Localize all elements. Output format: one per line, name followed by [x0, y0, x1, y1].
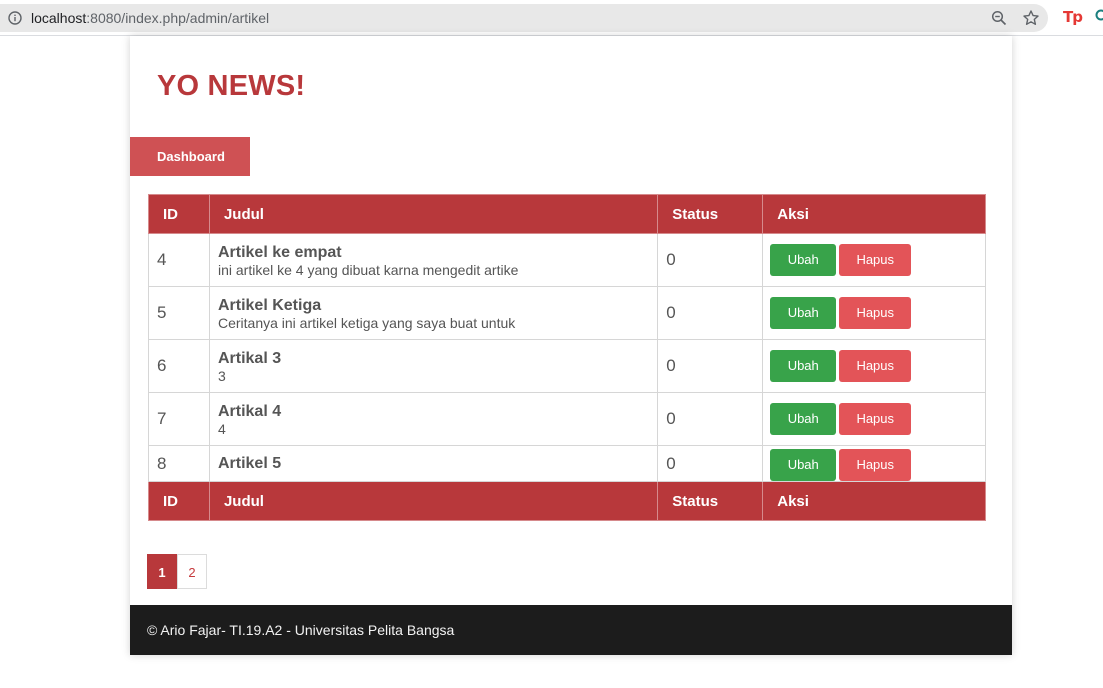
edit-button[interactable]: Ubah: [770, 297, 837, 329]
article-title: Artikal 3: [217, 349, 282, 367]
table-footer-row: ID Judul Status Aksi: [148, 481, 986, 521]
site-brand: YO NEWS!: [157, 70, 306, 102]
row-id: 4: [148, 233, 210, 287]
article-title: Artikel 5: [217, 455, 282, 472]
article-description: Ceritanya ini artikel ketiga yang saya b…: [217, 314, 516, 331]
article-title: Artikal 4: [217, 402, 282, 420]
edit-button[interactable]: Ubah: [770, 350, 837, 382]
row-actions: Ubah Hapus: [762, 233, 986, 287]
header-judul: Judul: [208, 194, 659, 234]
row-id: 6: [148, 339, 210, 393]
row-judul: Artikel Ketiga Ceritanya ini artikel ket…: [208, 286, 659, 340]
zoom-out-icon[interactable]: [991, 10, 1007, 26]
page-2-link[interactable]: 2: [177, 554, 207, 589]
page-1-button[interactable]: 1: [147, 554, 177, 589]
delete-button[interactable]: Hapus: [839, 244, 912, 276]
pagination: 1 2: [147, 554, 207, 589]
article-description: 3: [217, 367, 226, 384]
url-host: localhost: [31, 10, 87, 26]
article-title: Artikel ke empat: [217, 243, 342, 261]
article-description: ini artikel ke 4 yang dibuat karna menge…: [217, 261, 519, 278]
articles-table: ID Judul Status Aksi 4 Artikel ke empat …: [148, 194, 986, 521]
edit-button[interactable]: Ubah: [770, 403, 837, 435]
row-status: 0: [657, 445, 764, 482]
address-bar[interactable]: localhost:8080/index.php/admin/artikel: [0, 4, 1048, 32]
table-row: 8 Artikel 5 0 Ubah Hapus: [148, 445, 986, 482]
edit-button[interactable]: Ubah: [770, 448, 837, 481]
url-path: :8080/index.php/admin/artikel: [86, 10, 270, 26]
header-status: Status: [657, 194, 764, 234]
row-judul: Artikal 4 4: [208, 392, 659, 446]
row-status: 0: [657, 233, 764, 287]
article-title: Artikel Ketiga: [217, 296, 322, 314]
delete-button[interactable]: Hapus: [839, 448, 912, 481]
footer-status: Status: [657, 481, 764, 521]
row-actions: Ubah Hapus: [762, 286, 986, 340]
row-id: 7: [148, 392, 210, 446]
row-judul: Artikal 3 3: [208, 339, 659, 393]
row-status: 0: [657, 392, 764, 446]
bookmark-star-icon[interactable]: [1022, 9, 1040, 27]
header-id: ID: [148, 194, 210, 234]
article-description: 4: [217, 420, 226, 437]
extension-icon[interactable]: [1095, 9, 1103, 23]
table-row: 7 Artikal 4 4 0 Ubah Hapus: [148, 392, 986, 446]
row-id: 8: [148, 445, 210, 482]
row-judul: Artikel 5: [208, 445, 659, 482]
footer-id: ID: [148, 481, 210, 521]
row-actions: Ubah Hapus: [762, 392, 986, 446]
nav-dashboard-link[interactable]: Dashboard: [130, 137, 250, 176]
row-id: 5: [148, 286, 210, 340]
browser-toolbar: localhost:8080/index.php/admin/artikel T…: [0, 0, 1103, 36]
table-row: 4 Artikel ke empat ini artikel ke 4 yang…: [148, 233, 986, 287]
table-header-row: ID Judul Status Aksi: [148, 194, 986, 234]
delete-button[interactable]: Hapus: [839, 403, 912, 435]
row-status: 0: [657, 339, 764, 393]
table-row: 5 Artikel Ketiga Ceritanya ini artikel k…: [148, 286, 986, 340]
row-status: 0: [657, 286, 764, 340]
footer-aksi: Aksi: [762, 481, 986, 521]
row-actions: Ubah Hapus: [762, 445, 986, 482]
row-judul: Artikel ke empat ini artikel ke 4 yang d…: [208, 233, 659, 287]
site-footer: © Ario Fajar- TI.19.A2 - Universitas Pel…: [130, 605, 1012, 655]
extension-tp-icon[interactable]: Tp: [1063, 8, 1083, 26]
row-actions: Ubah Hapus: [762, 339, 986, 393]
delete-button[interactable]: Hapus: [839, 350, 912, 382]
url-text[interactable]: localhost:8080/index.php/admin/artikel: [31, 10, 269, 26]
header-aksi: Aksi: [762, 194, 986, 234]
page-container: YO NEWS! Dashboard ID Judul Status Aksi …: [130, 36, 1012, 655]
edit-button[interactable]: Ubah: [770, 244, 837, 276]
footer-judul: Judul: [208, 481, 659, 521]
delete-button[interactable]: Hapus: [839, 297, 912, 329]
table-row: 6 Artikal 3 3 0 Ubah Hapus: [148, 339, 986, 393]
info-icon[interactable]: [8, 11, 22, 25]
